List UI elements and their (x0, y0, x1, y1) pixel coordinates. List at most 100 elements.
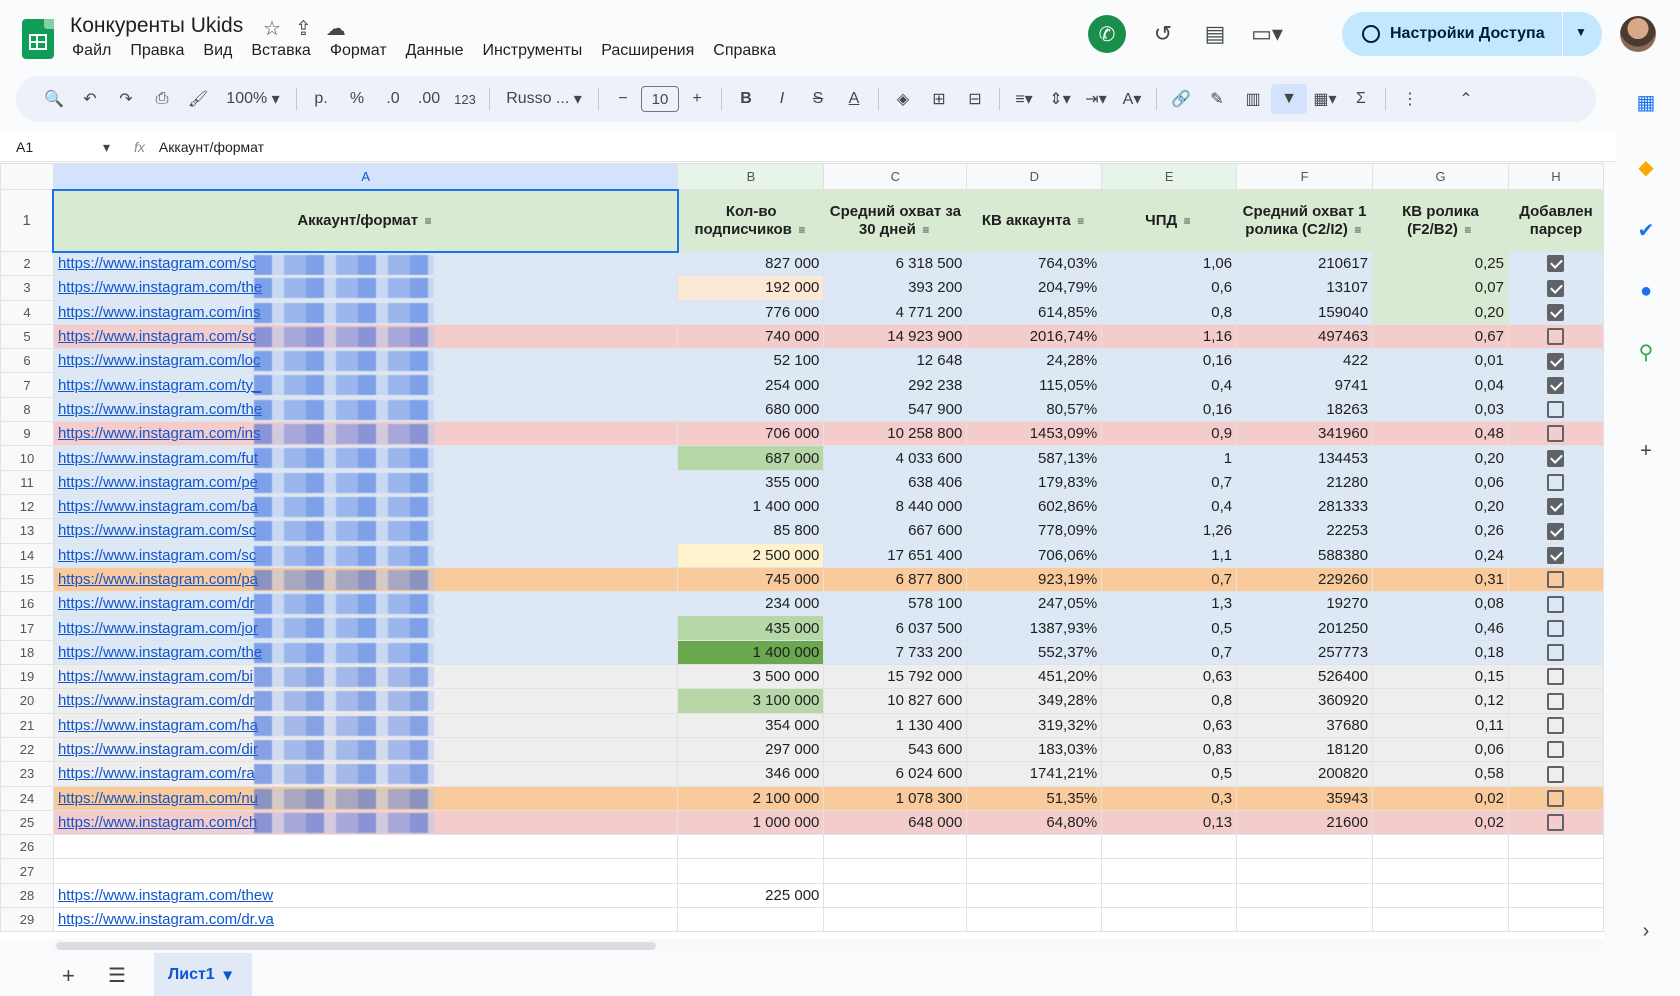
fill-color-icon[interactable]: ◈ (885, 84, 921, 114)
subscribers-cell[interactable]: 706 000 (677, 421, 825, 447)
checkbox[interactable] (1547, 619, 1565, 637)
menu-item[interactable]: Данные (406, 42, 464, 60)
header-cell[interactable]: Добавлен парсер (1507, 189, 1604, 252)
reel-er-cell[interactable]: 0,20 (1372, 299, 1509, 325)
row-number[interactable]: 12 (0, 493, 54, 520)
row-number[interactable]: 22 (0, 736, 54, 763)
chpd-cell[interactable]: 1,16 (1101, 323, 1238, 350)
column-header[interactable]: E (1101, 163, 1238, 190)
reel-er-cell[interactable]: 0,11 (1372, 712, 1509, 738)
checkbox[interactable] (1547, 498, 1565, 516)
avg-reach-cell[interactable]: 638 406 (823, 469, 968, 495)
chpd-cell[interactable]: 0,6 (1101, 275, 1238, 301)
parser-added-cell[interactable] (1507, 518, 1604, 544)
row-number[interactable]: 6 (0, 348, 54, 374)
account-link[interactable]: https://www.instagram.com/fut (58, 450, 258, 467)
filter-icon[interactable]: ≡ (920, 221, 932, 239)
row-number[interactable]: 28 (0, 882, 54, 909)
share-dropdown-icon[interactable]: ▼ (1575, 25, 1587, 39)
account-link[interactable]: https://www.instagram.com/nu (58, 790, 258, 807)
row-number[interactable]: 8 (0, 396, 54, 423)
chpd-cell[interactable]: 0,9 (1101, 421, 1238, 447)
subscribers-cell[interactable]: 3 100 000 (677, 688, 825, 714)
chpd-cell[interactable]: 0,4 (1101, 493, 1238, 520)
chpd-cell[interactable]: 1,1 (1101, 542, 1238, 568)
checkbox[interactable] (1547, 304, 1565, 321)
empty-cell[interactable] (1236, 858, 1374, 884)
parser-added-cell[interactable] (1507, 396, 1604, 423)
row-number[interactable]: 10 (0, 445, 54, 471)
reel-er-cell[interactable]: 0,03 (1372, 396, 1509, 423)
column-header[interactable]: H (1507, 163, 1604, 190)
row-number[interactable]: 16 (0, 591, 54, 617)
account-er-cell[interactable]: 778,09% (966, 518, 1103, 544)
chpd-cell[interactable]: 1,26 (1101, 518, 1238, 544)
redo-icon[interactable]: ↷ (108, 84, 144, 114)
reel-er-cell[interactable]: 0,07 (1372, 275, 1509, 301)
checkbox[interactable] (1547, 571, 1565, 589)
avg-reach-cell[interactable]: 667 600 (823, 518, 968, 544)
subscribers-cell[interactable]: 346 000 (677, 761, 825, 787)
subscribers-cell[interactable]: 1 400 000 (677, 639, 825, 666)
contacts-icon[interactable]: ● (1634, 280, 1658, 304)
row-number[interactable]: 15 (0, 566, 54, 593)
row-number[interactable]: 14 (0, 542, 54, 568)
column-header[interactable]: A (52, 163, 679, 190)
chpd-cell[interactable]: 0,7 (1101, 566, 1238, 593)
account-link[interactable]: https://www.instagram.com/jor (58, 620, 258, 637)
parser-added-cell[interactable] (1507, 639, 1604, 666)
reel-er-cell[interactable]: 0,02 (1372, 785, 1509, 811)
row-number[interactable]: 20 (0, 688, 54, 714)
text-wrap-icon[interactable]: ⇥▾ (1078, 84, 1114, 114)
avg-reach-cell[interactable]: 292 238 (823, 372, 968, 398)
account-link[interactable]: https://www.instagram.com/sc (58, 255, 256, 272)
parser-added-cell[interactable] (1507, 664, 1604, 690)
parser-added-cell[interactable] (1507, 493, 1604, 520)
chpd-cell[interactable]: 0,16 (1101, 396, 1238, 423)
chpd-cell[interactable]: 0,8 (1101, 299, 1238, 325)
merge-cells-icon[interactable]: ⊟ (957, 84, 993, 114)
row-number[interactable]: 27 (0, 858, 54, 884)
zoom-select[interactable]: 100% ▾ (216, 84, 290, 114)
avg-reach-cell[interactable]: 1 130 400 (823, 712, 968, 738)
checkbox[interactable] (1547, 522, 1565, 540)
checkbox[interactable] (1547, 789, 1565, 807)
formula-input[interactable]: Аккаунт/формат (159, 139, 264, 155)
text-rotation-icon[interactable]: A▾ (1114, 84, 1150, 114)
avg-reach-cell[interactable]: 578 100 (823, 591, 968, 617)
reel-reach-cell[interactable]: 210617 (1236, 250, 1374, 277)
chpd-cell[interactable]: 0,5 (1101, 615, 1238, 641)
account-er-cell[interactable]: 51,35% (966, 785, 1103, 811)
account-er-cell[interactable]: 923,19% (966, 566, 1103, 593)
parser-added-cell[interactable] (1507, 542, 1604, 568)
account-link-cell[interactable]: https://www.instagram.com/ins (52, 421, 679, 447)
parser-added-cell[interactable] (1507, 469, 1604, 495)
chpd-cell[interactable]: 0,13 (1101, 809, 1238, 836)
account-link-cell[interactable]: https://www.instagram.com/pa (52, 566, 679, 593)
empty-cell[interactable] (1507, 858, 1604, 884)
account-er-cell[interactable]: 115,05% (966, 372, 1103, 398)
account-link[interactable]: https://www.instagram.com/ins (58, 304, 261, 321)
parser-added-cell[interactable] (1507, 348, 1604, 374)
column-header[interactable]: B (677, 163, 825, 190)
chpd-cell[interactable]: 1,3 (1101, 591, 1238, 617)
column-header[interactable]: G (1372, 163, 1509, 190)
row-number[interactable]: 19 (0, 664, 54, 690)
reel-reach-cell[interactable]: 201250 (1236, 615, 1374, 641)
chpd-cell[interactable]: 0,7 (1101, 639, 1238, 666)
menu-item[interactable]: Инструменты (482, 42, 582, 60)
checkbox[interactable] (1547, 595, 1565, 613)
subscribers-cell[interactable]: 234 000 (677, 591, 825, 617)
header-cell[interactable]: ЧПД ≡ (1101, 189, 1238, 252)
reel-er-cell[interactable]: 0,58 (1372, 761, 1509, 787)
avg-reach-cell[interactable]: 8 440 000 (823, 493, 968, 520)
subscribers-cell[interactable]: 1 000 000 (677, 809, 825, 836)
empty-cell[interactable] (823, 882, 968, 909)
meet-icon[interactable]: ✆ (1088, 15, 1126, 53)
sheets-logo-icon[interactable] (22, 19, 54, 59)
horizontal-align-icon[interactable]: ≡▾ (1006, 84, 1042, 114)
chpd-cell[interactable]: 1 (1101, 445, 1238, 471)
empty-cell[interactable] (966, 882, 1103, 909)
insert-chart-icon[interactable]: ▥ (1235, 84, 1271, 114)
reel-reach-cell[interactable]: 19270 (1236, 591, 1374, 617)
